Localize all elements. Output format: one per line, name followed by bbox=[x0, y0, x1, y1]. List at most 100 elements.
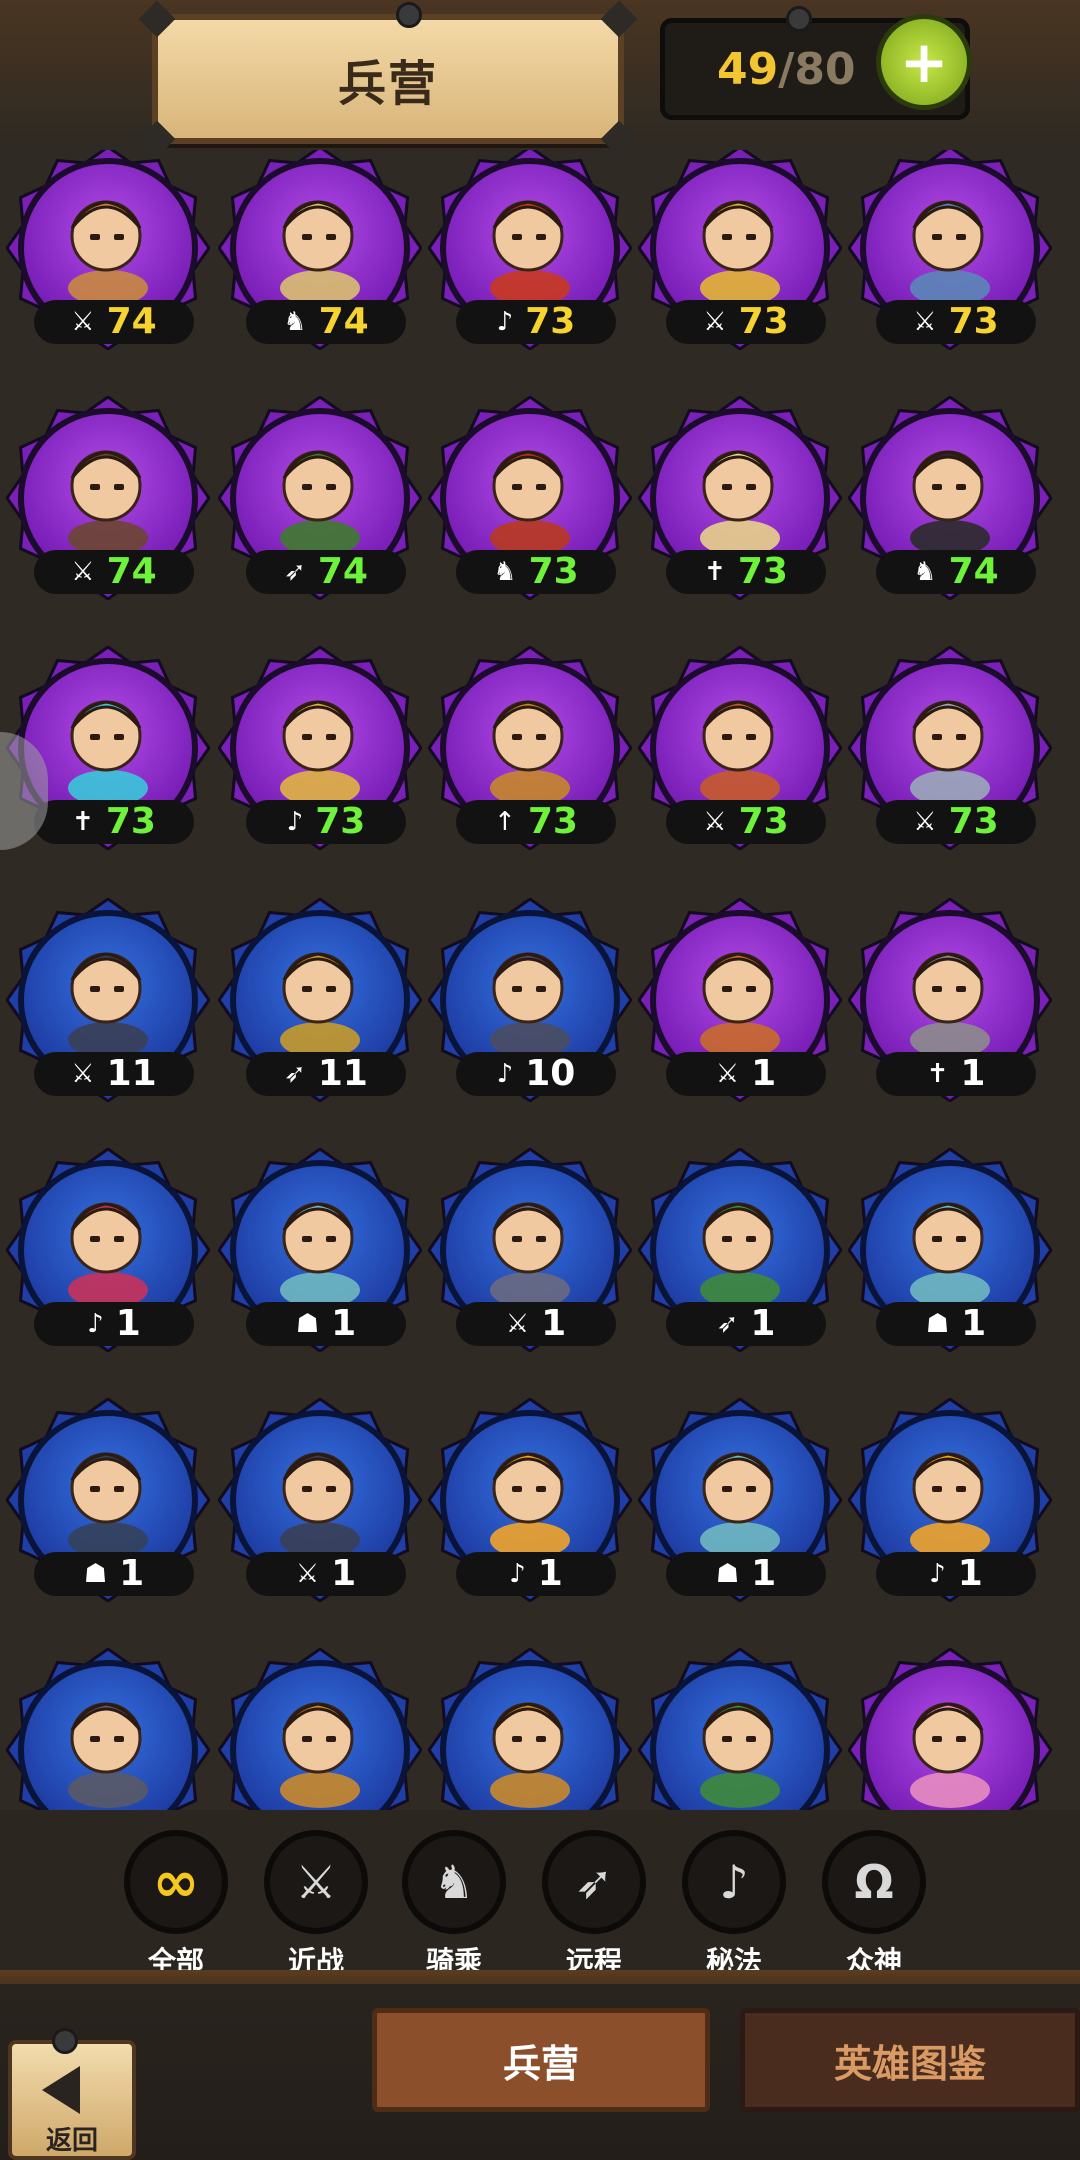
bow-icon: ➶ bbox=[284, 557, 306, 587]
unit-card[interactable]: ➶ 11 bbox=[218, 898, 422, 1102]
hero-portrait-icon bbox=[700, 952, 780, 1058]
hero-portrait-icon bbox=[280, 1202, 360, 1308]
unit-card[interactable] bbox=[428, 1648, 632, 1810]
sword-icon: ⚔ bbox=[71, 1059, 95, 1089]
unit-card[interactable]: ☗ 1 bbox=[218, 1148, 422, 1352]
unit-card[interactable]: ♪ 10 bbox=[428, 898, 632, 1102]
unit-card[interactable] bbox=[848, 1648, 1052, 1810]
nail-icon bbox=[52, 2028, 78, 2054]
unit-card[interactable]: ☗ 1 bbox=[848, 1148, 1052, 1352]
nail-icon bbox=[396, 2, 422, 28]
unit-level-badge: ♪ 1 bbox=[876, 1552, 1036, 1596]
unit-card[interactable]: ⚔ 73 bbox=[848, 150, 1052, 350]
unit-level: 1 bbox=[119, 1553, 145, 1594]
sword-icon: ⚔ bbox=[913, 807, 937, 837]
harp-icon: ♪ bbox=[87, 1309, 104, 1339]
tab-hero-codex[interactable]: 英雄图鉴 bbox=[740, 2008, 1080, 2112]
back-button[interactable]: 返回 bbox=[8, 2040, 136, 2160]
unit-card[interactable]: ↑ 73 bbox=[428, 646, 632, 850]
unit-level: 1 bbox=[541, 1303, 567, 1344]
unit-card[interactable] bbox=[638, 1648, 842, 1810]
hero-portrait-icon bbox=[490, 1452, 570, 1558]
unit-level-badge: ⚔ 74 bbox=[34, 550, 194, 594]
hero-portrait-icon bbox=[700, 450, 780, 556]
filter-pantheon[interactable]: Ω 众神 bbox=[816, 1830, 932, 1980]
unit-card[interactable]: ⚔ 1 bbox=[218, 1398, 422, 1602]
hero-portrait-icon bbox=[280, 1702, 360, 1808]
hero-portrait-icon bbox=[910, 952, 990, 1058]
unit-card[interactable]: ⚔ 73 bbox=[848, 646, 1052, 850]
unit-card[interactable]: ⚔ 74 bbox=[6, 150, 210, 350]
filter-melee[interactable]: ⚔ 近战 bbox=[258, 1830, 374, 1980]
unit-card[interactable]: ♞ 73 bbox=[428, 396, 632, 600]
filter-all[interactable]: ∞ 全部 bbox=[118, 1830, 234, 1980]
unit-card[interactable]: ⚔ 73 bbox=[638, 150, 842, 350]
unit-level: 1 bbox=[750, 1303, 776, 1344]
tab-barracks[interactable]: 兵营 bbox=[372, 2008, 710, 2112]
filter-cavalry[interactable]: ♞ 骑乘 bbox=[396, 1830, 512, 1980]
unit-card[interactable]: ⚔ 1 bbox=[638, 898, 842, 1102]
unit-card[interactable]: ⚔ 11 bbox=[6, 898, 210, 1102]
unit-card[interactable]: ➶ 74 bbox=[218, 396, 422, 600]
unit-card[interactable]: ☗ 1 bbox=[6, 1398, 210, 1602]
melee-filter-icon: ⚔ bbox=[264, 1830, 368, 1934]
unit-card[interactable]: ✝ 1 bbox=[848, 898, 1052, 1102]
unit-level: 73 bbox=[527, 801, 578, 842]
unit-card[interactable]: ⚔ 73 bbox=[638, 646, 842, 850]
unit-card[interactable]: ♪ 1 bbox=[6, 1148, 210, 1352]
add-capacity-button[interactable]: + bbox=[876, 14, 972, 110]
back-arrow-icon bbox=[42, 2066, 80, 2114]
unit-level: 74 bbox=[106, 301, 157, 342]
hero-portrait-icon bbox=[280, 952, 360, 1058]
unit-card[interactable]: ♞ 74 bbox=[848, 396, 1052, 600]
harp-icon: ♪ bbox=[509, 1559, 526, 1589]
horse-icon: ♞ bbox=[493, 557, 517, 587]
unit-card[interactable]: ♪ 73 bbox=[218, 646, 422, 850]
unit-level-badge: ⚔ 74 bbox=[34, 300, 194, 344]
unit-level-badge: ⚔ 1 bbox=[666, 1052, 826, 1096]
harp-icon: ♪ bbox=[929, 1559, 946, 1589]
harp-icon: ♪ bbox=[496, 1059, 514, 1089]
unit-card[interactable]: ➶ 1 bbox=[638, 1148, 842, 1352]
unit-level: 1 bbox=[751, 1553, 777, 1594]
capacity-separator: / bbox=[778, 43, 795, 95]
ranged-filter-icon: ➶ bbox=[542, 1830, 646, 1934]
unit-level: 1 bbox=[331, 1303, 357, 1344]
filter-mystic[interactable]: ♪ 秘法 bbox=[676, 1830, 792, 1980]
hero-portrait-icon bbox=[280, 700, 360, 806]
mask-icon: ☗ bbox=[295, 1309, 320, 1339]
capacity-max: 80 bbox=[794, 43, 856, 95]
unit-card[interactable]: ♪ 1 bbox=[848, 1398, 1052, 1602]
unit-card[interactable]: ♞ 74 bbox=[218, 150, 422, 350]
mask-icon: ☗ bbox=[83, 1559, 108, 1589]
mask-icon: ☗ bbox=[925, 1309, 950, 1339]
unit-card[interactable]: ✝ 73 bbox=[638, 396, 842, 600]
unit-level-badge: ✝ 73 bbox=[34, 800, 194, 844]
filter-ranged[interactable]: ➶ 远程 bbox=[536, 1830, 652, 1980]
sword-icon: ⚔ bbox=[703, 807, 727, 837]
unit-card[interactable]: ⚔ 1 bbox=[428, 1148, 632, 1352]
unit-level: 73 bbox=[105, 801, 156, 842]
unit-level-badge: ♪ 73 bbox=[246, 800, 406, 844]
hero-portrait-icon bbox=[910, 450, 990, 556]
unit-card[interactable]: ♪ 1 bbox=[428, 1398, 632, 1602]
unit-level-badge: ⚔ 1 bbox=[456, 1302, 616, 1346]
hero-portrait-icon bbox=[700, 700, 780, 806]
unit-level: 1 bbox=[331, 1553, 357, 1594]
hero-portrait-icon bbox=[280, 450, 360, 556]
unit-card[interactable]: ⚔ 74 bbox=[6, 396, 210, 600]
unit-level: 1 bbox=[115, 1303, 141, 1344]
unit-level-badge: ♪ 1 bbox=[456, 1552, 616, 1596]
unit-level: 74 bbox=[318, 301, 369, 342]
hero-portrait-icon bbox=[490, 700, 570, 806]
unit-card[interactable] bbox=[6, 1648, 210, 1810]
unit-level-badge: ↑ 73 bbox=[456, 800, 616, 844]
unit-card[interactable]: ☗ 1 bbox=[638, 1398, 842, 1602]
unit-level-badge: ➶ 1 bbox=[666, 1302, 826, 1346]
unit-card[interactable]: ♪ 73 bbox=[428, 150, 632, 350]
unit-level: 1 bbox=[960, 1053, 986, 1094]
hero-portrait-icon bbox=[490, 1202, 570, 1308]
hero-portrait-icon bbox=[68, 1202, 148, 1308]
unit-level-badge: ♪ 73 bbox=[456, 300, 616, 344]
unit-card[interactable] bbox=[218, 1648, 422, 1810]
